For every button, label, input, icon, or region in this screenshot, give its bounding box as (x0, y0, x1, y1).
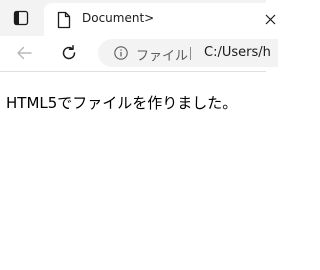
refresh-button[interactable] (58, 43, 80, 63)
refresh-icon (62, 45, 76, 60)
address-bar[interactable]: ファイル C:/Users/h (98, 39, 278, 67)
tab-strip: Document> (0, 0, 276, 36)
page-text: HTML5でファイルを作りました。 (6, 94, 238, 112)
tab-actions-button[interactable] (8, 6, 34, 30)
back-button[interactable] (13, 43, 35, 63)
info-icon[interactable] (114, 46, 128, 60)
close-icon[interactable] (264, 12, 276, 26)
page-content: HTML5でファイルを作りました。 (0, 72, 266, 270)
address-divider (190, 47, 191, 60)
tab-actions-icon (13, 10, 29, 26)
tab-title: Document> (82, 11, 155, 25)
back-arrow-icon (17, 46, 32, 60)
document-icon (57, 11, 71, 29)
address-url[interactable]: C:/Users/h (204, 45, 271, 60)
browser-window: Document> ファイル C:/Users/h HTML5でファイルを作りま… (0, 0, 278, 270)
address-scheme-label: ファイル (136, 49, 189, 64)
toolbar: ファイル C:/Users/h (0, 36, 278, 72)
tab-document[interactable]: Document> (44, 3, 276, 36)
